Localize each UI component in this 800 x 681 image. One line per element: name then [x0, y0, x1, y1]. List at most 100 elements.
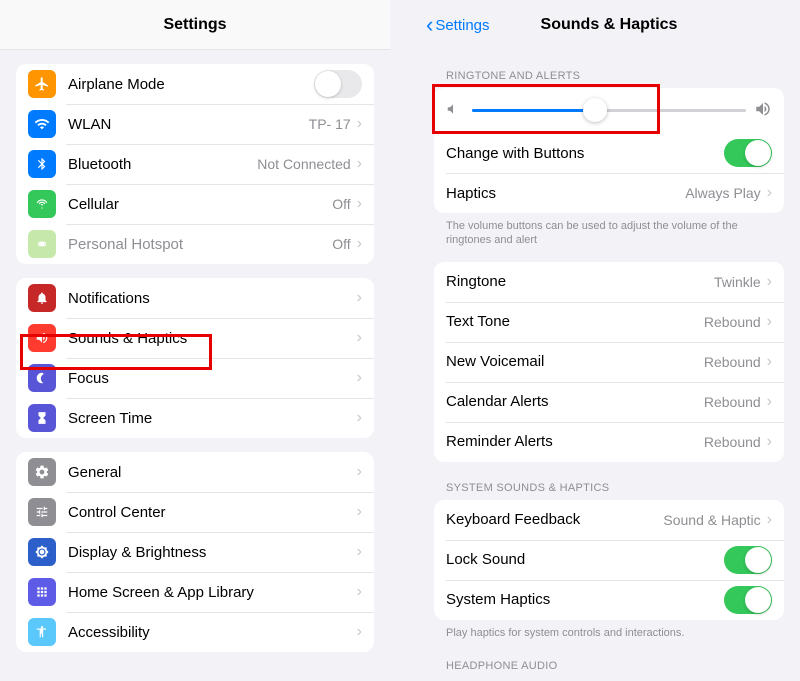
chevron-right-icon: › — [767, 273, 772, 291]
display-label: Display & Brightness — [68, 544, 357, 561]
system-haptics-toggle[interactable] — [724, 586, 772, 614]
back-button[interactable]: ‹ Settings — [426, 14, 490, 36]
screentime-row[interactable]: Screen Time › — [16, 398, 374, 438]
chevron-right-icon: › — [767, 184, 772, 202]
reminder-row[interactable]: Reminder Alerts Rebound › — [434, 422, 784, 462]
wlan-row[interactable]: WLAN TP- 17 › — [16, 104, 374, 144]
chevron-right-icon: › — [357, 289, 362, 307]
sounds-haptics-panel: ‹ Settings Sounds & Haptics RINGTONE AND… — [418, 0, 800, 681]
chevron-right-icon: › — [357, 115, 362, 133]
keyboard-feedback-value: Sound & Haptic — [663, 512, 760, 528]
home-screen-label: Home Screen & App Library — [68, 584, 357, 601]
chevron-right-icon: › — [767, 433, 772, 451]
system-sounds-header: SYSTEM SOUNDS & HAPTICS — [446, 482, 772, 494]
chevron-right-icon: › — [357, 195, 362, 213]
lock-sound-toggle[interactable] — [724, 546, 772, 574]
lock-sound-row[interactable]: Lock Sound — [434, 540, 784, 580]
speaker-low-icon — [446, 102, 464, 119]
text-tone-row[interactable]: Text Tone Rebound › — [434, 302, 784, 342]
ringtone-footer: The volume buttons can be used to adjust… — [446, 219, 772, 248]
haptics-value: Always Play — [685, 185, 760, 201]
change-buttons-row[interactable]: Change with Buttons — [434, 133, 784, 173]
calendar-row[interactable]: Calendar Alerts Rebound › — [434, 382, 784, 422]
bluetooth-icon — [28, 150, 56, 178]
airplane-icon — [28, 70, 56, 98]
ringtone-group-header: RINGTONE AND ALERTS — [446, 70, 772, 82]
grid-icon — [28, 578, 56, 606]
chevron-right-icon: › — [767, 353, 772, 371]
screentime-label: Screen Time — [68, 410, 357, 427]
chevron-right-icon: › — [357, 503, 362, 521]
page-title: Sounds & Haptics — [541, 16, 678, 34]
control-center-row[interactable]: Control Center › — [16, 492, 374, 532]
hotspot-icon — [28, 230, 56, 258]
chevron-right-icon: › — [357, 583, 362, 601]
hotspot-value: Off — [332, 236, 350, 252]
accessibility-row[interactable]: Accessibility › — [16, 612, 374, 652]
general-section: General › Control Center › Display & Bri… — [16, 452, 374, 652]
page-title: Settings — [163, 16, 226, 34]
voicemail-value: Rebound — [704, 354, 761, 370]
notifications-label: Notifications — [68, 290, 357, 307]
cellular-icon — [28, 190, 56, 218]
bluetooth-value: Not Connected — [257, 156, 350, 172]
chevron-right-icon: › — [357, 235, 362, 253]
hotspot-label: Personal Hotspot — [68, 236, 332, 253]
bell-icon — [28, 284, 56, 312]
haptics-row[interactable]: Haptics Always Play › — [434, 173, 784, 213]
moon-icon — [28, 364, 56, 392]
reminder-label: Reminder Alerts — [446, 433, 704, 450]
volume-slider[interactable] — [472, 109, 746, 112]
hourglass-icon — [28, 404, 56, 432]
airplane-row[interactable]: Airplane Mode — [16, 64, 374, 104]
gear-icon — [28, 458, 56, 486]
focus-row[interactable]: Focus › — [16, 358, 374, 398]
general-label: General — [68, 464, 357, 481]
ringtone-row[interactable]: Ringtone Twinkle › — [434, 262, 784, 302]
chevron-right-icon: › — [767, 313, 772, 331]
general-row[interactable]: General › — [16, 452, 374, 492]
system-haptics-label: System Haptics — [446, 591, 724, 608]
alerts-section: Notifications › Sounds & Haptics › Focus… — [16, 278, 374, 438]
display-row[interactable]: Display & Brightness › — [16, 532, 374, 572]
chevron-right-icon: › — [357, 623, 362, 641]
cellular-row[interactable]: Cellular Off › — [16, 184, 374, 224]
hotspot-row[interactable]: Personal Hotspot Off › — [16, 224, 374, 264]
airplane-label: Airplane Mode — [68, 76, 314, 93]
chevron-right-icon: › — [357, 463, 362, 481]
volume-slider-row — [434, 88, 784, 133]
reminder-value: Rebound — [704, 434, 761, 450]
sound-items-section: Ringtone Twinkle › Text Tone Rebound › N… — [434, 262, 784, 462]
system-haptics-row[interactable]: System Haptics — [434, 580, 784, 620]
focus-label: Focus — [68, 370, 357, 387]
voicemail-label: New Voicemail — [446, 353, 704, 370]
wlan-label: WLAN — [68, 116, 309, 133]
cellular-label: Cellular — [68, 196, 332, 213]
chevron-right-icon: › — [357, 409, 362, 427]
ringtone-section: Change with Buttons Haptics Always Play … — [434, 88, 784, 213]
change-buttons-toggle[interactable] — [724, 139, 772, 167]
chevron-right-icon: › — [767, 393, 772, 411]
change-buttons-label: Change with Buttons — [446, 145, 724, 162]
sliders-icon — [28, 498, 56, 526]
sounds-label: Sounds & Haptics — [68, 330, 357, 347]
notifications-row[interactable]: Notifications › — [16, 278, 374, 318]
chevron-right-icon: › — [357, 543, 362, 561]
network-section: Airplane Mode WLAN TP- 17 › Bluetooth No… — [16, 64, 374, 264]
brightness-icon — [28, 538, 56, 566]
chevron-right-icon: › — [357, 329, 362, 347]
cellular-value: Off — [332, 196, 350, 212]
voicemail-row[interactable]: New Voicemail Rebound › — [434, 342, 784, 382]
keyboard-feedback-row[interactable]: Keyboard Feedback Sound & Haptic › — [434, 500, 784, 540]
airplane-toggle[interactable] — [314, 70, 362, 98]
sounds-row[interactable]: Sounds & Haptics › — [16, 318, 374, 358]
speaker-icon — [28, 324, 56, 352]
headphone-header: HEADPHONE AUDIO — [446, 660, 772, 672]
home-screen-row[interactable]: Home Screen & App Library › — [16, 572, 374, 612]
chevron-right-icon: › — [357, 155, 362, 173]
bluetooth-row[interactable]: Bluetooth Not Connected › — [16, 144, 374, 184]
keyboard-feedback-label: Keyboard Feedback — [446, 511, 663, 528]
speaker-high-icon — [754, 100, 772, 121]
wifi-icon — [28, 110, 56, 138]
system-sounds-footer: Play haptics for system controls and int… — [446, 626, 772, 640]
